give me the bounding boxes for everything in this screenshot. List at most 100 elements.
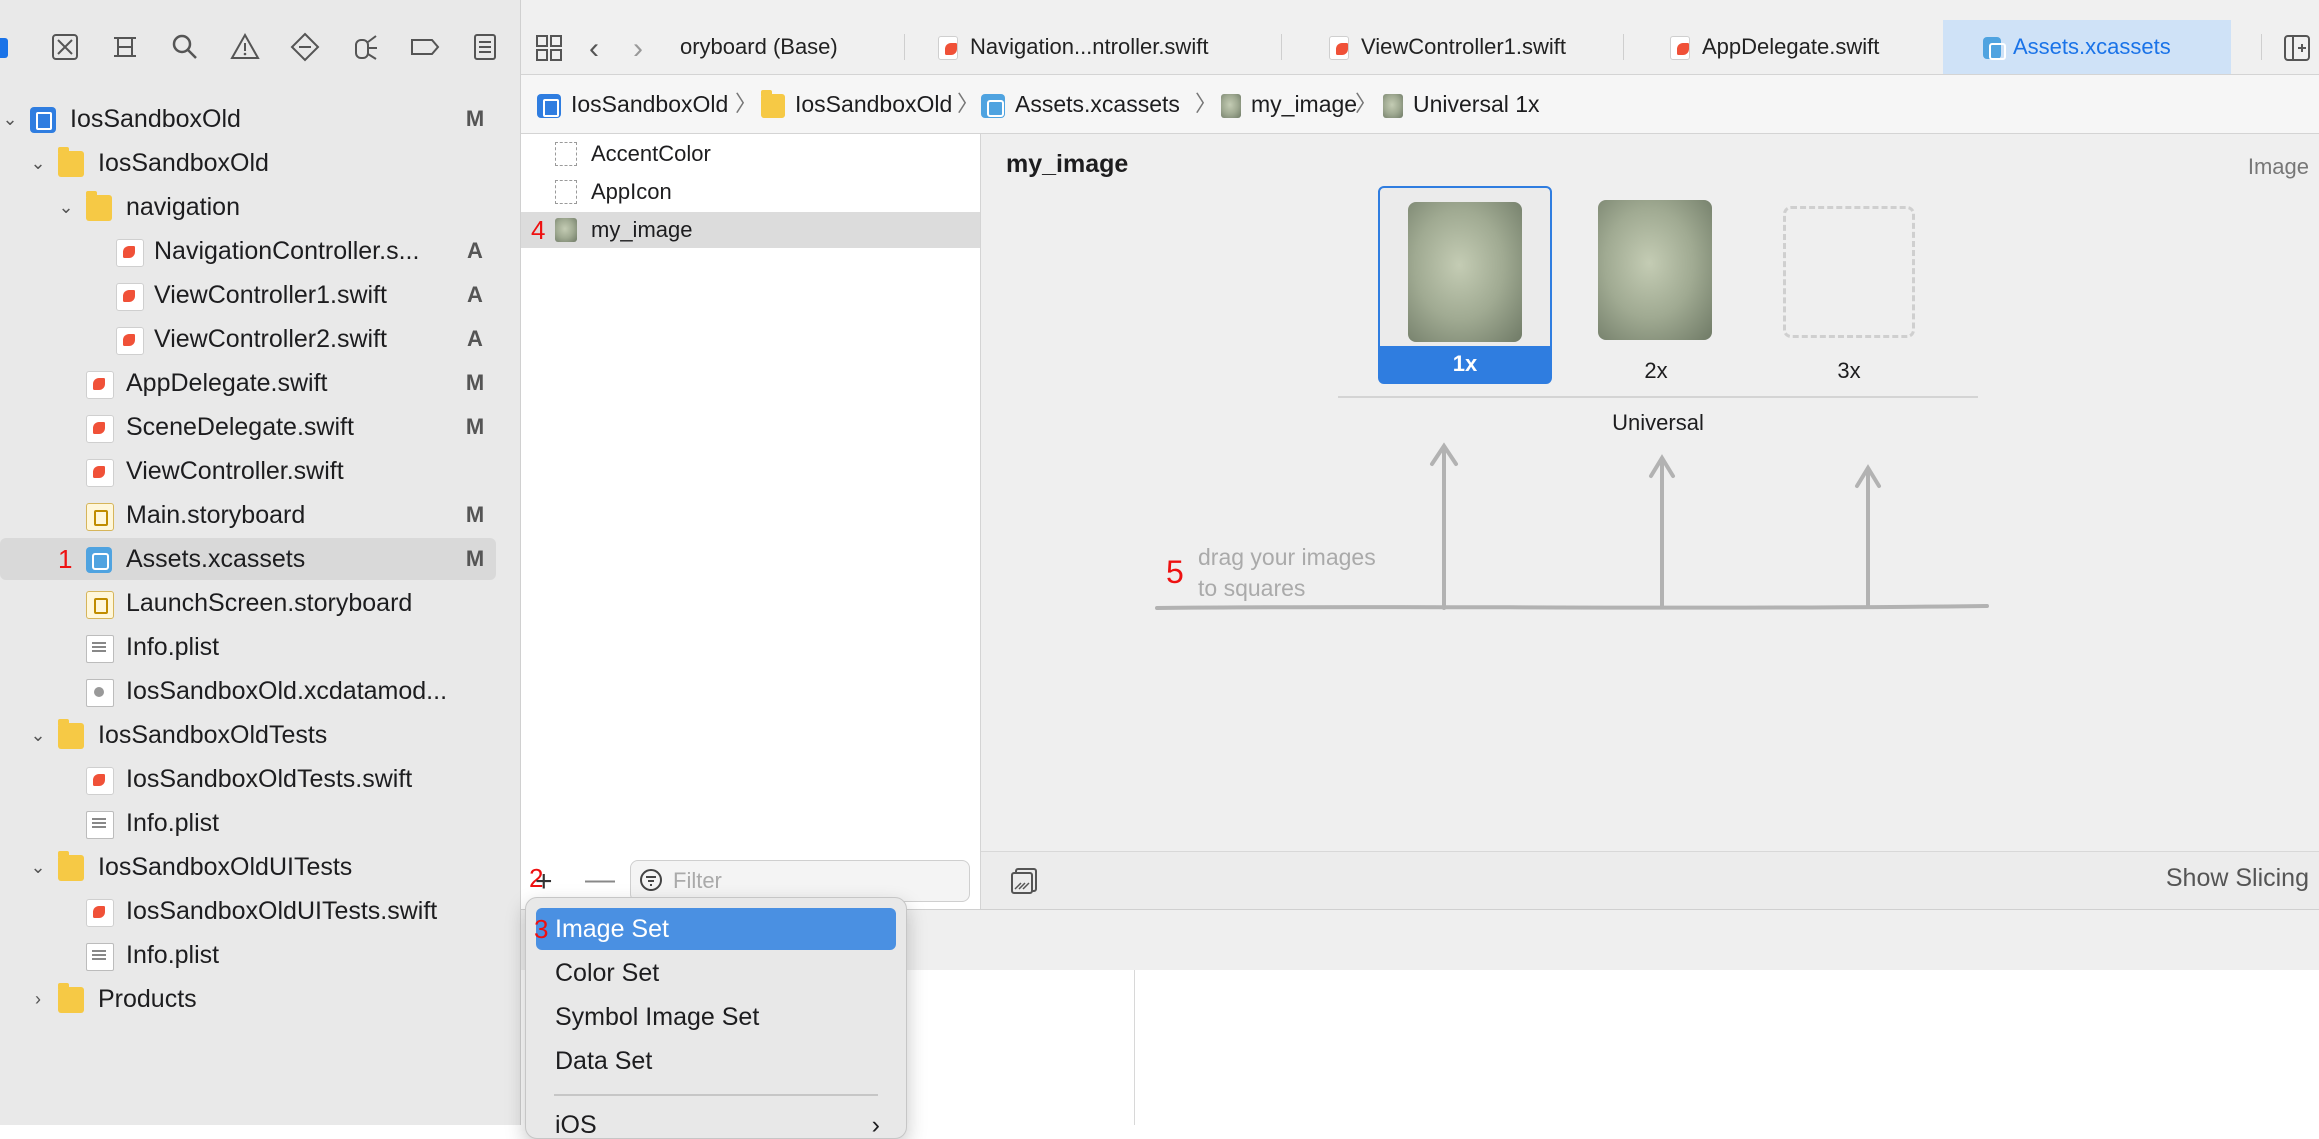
tab-divider — [904, 34, 905, 60]
tab-label: Navigation...ntroller.swift — [970, 34, 1209, 59]
breadcrumb-item-variant[interactable]: Universal 1x — [1383, 75, 1540, 133]
folder-icon — [58, 851, 84, 881]
add-editor-icon[interactable] — [2283, 34, 2311, 62]
tree-row-file[interactable]: LaunchScreen.storyboard — [0, 582, 500, 624]
tree-row-file[interactable]: Main.storyboard M — [0, 494, 500, 536]
back-arrow-icon[interactable]: ‹ — [589, 32, 599, 66]
show-slicing-button[interactable]: Show Slicing — [2166, 864, 2309, 893]
folder-tab-icon[interactable] — [0, 32, 22, 62]
tab-label: oryboard (Base) — [680, 34, 838, 59]
tab-divider — [1281, 34, 1282, 60]
asset-detail-editor: my_image Image 1x 2x 3x Universal 5 drag… — [981, 134, 2319, 851]
breadcrumb-item-image[interactable]: my_image — [1221, 75, 1357, 133]
menu-item-ios-submenu[interactable]: iOS › — [536, 1104, 896, 1138]
tree-row-file[interactable]: IosSandboxOldTests.swift — [0, 758, 500, 800]
tree-row-group[interactable]: ⌄ IosSandboxOld — [0, 142, 500, 184]
breadcrumb-item-assets[interactable]: Assets.xcassets — [981, 75, 1180, 133]
menu-item-color-set[interactable]: Color Set — [536, 952, 896, 994]
test-navigator-icon[interactable] — [290, 32, 320, 62]
tab-storyboard[interactable]: oryboard (Base) — [680, 20, 838, 74]
symbol-navigator-icon[interactable] — [110, 32, 140, 62]
swift-file-icon — [86, 767, 114, 795]
asset-label: AppIcon — [591, 179, 672, 204]
tree-row-label: IosSandboxOld.xcdatamod... — [126, 677, 448, 705]
breadcrumb: IosSandboxOld 〉 IosSandboxOld 〉 Assets.x… — [521, 75, 2319, 134]
breakpoint-navigator-icon[interactable] — [410, 32, 440, 62]
tree-row-file[interactable]: ViewController2.swift A — [0, 318, 500, 360]
chevron-down-icon[interactable]: ⌄ — [56, 186, 76, 228]
tree-row-group[interactable]: › Products — [0, 978, 500, 1020]
debug-navigator-icon[interactable] — [350, 32, 380, 62]
search-icon[interactable] — [170, 32, 200, 62]
tree-row-group[interactable]: ⌄ IosSandboxOldTests — [0, 714, 500, 756]
tree-row-group[interactable]: ⌄ IosSandboxOldUITests — [0, 846, 500, 888]
chevron-right-icon[interactable]: › — [28, 978, 48, 1020]
folder-icon — [58, 719, 84, 749]
image-set-icon — [1221, 93, 1241, 118]
breadcrumb-label: my_image — [1251, 91, 1358, 117]
menu-item-symbol-image-set[interactable]: Symbol Image Set — [536, 996, 896, 1038]
tree-row-file[interactable]: ViewController.swift — [0, 450, 500, 492]
tree-row-project[interactable]: ⌄ IosSandboxOld M — [0, 98, 500, 140]
source-control-icon[interactable] — [50, 32, 80, 62]
grid-icon[interactable] — [535, 34, 563, 62]
annotation-arrows — [1155, 442, 1989, 610]
remove-button[interactable]: — — [585, 863, 615, 897]
tree-row-label: Main.storyboard — [126, 501, 306, 529]
breadcrumb-item-group[interactable]: IosSandboxOld — [761, 75, 952, 133]
tab-navigation-controller[interactable]: Navigation...ntroller.swift — [938, 20, 1208, 74]
forward-arrow-icon[interactable]: › — [633, 32, 643, 66]
tab-view-controller-1[interactable]: ViewController1.swift — [1329, 20, 1566, 74]
add-button[interactable]: + — [535, 865, 553, 899]
chevron-down-icon[interactable]: ⌄ — [0, 98, 20, 140]
chevron-down-icon[interactable]: ⌄ — [28, 714, 48, 756]
warning-icon[interactable] — [230, 32, 260, 62]
tree-row-file[interactable]: Info.plist — [0, 934, 500, 976]
drag-hint: to squares — [1198, 575, 1306, 601]
filter-input[interactable]: Filter — [630, 860, 970, 902]
tree-row-file-selected[interactable]: 1 Assets.xcassets M — [0, 538, 500, 580]
asset-row-app-icon[interactable]: AppIcon — [521, 174, 980, 210]
asset-catalog-icon — [86, 547, 112, 573]
folder-icon — [58, 147, 84, 177]
chevron-down-icon[interactable]: ⌄ — [28, 142, 48, 184]
breadcrumb-label: Universal 1x — [1413, 91, 1540, 117]
asset-row-my-image[interactable]: 4 my_image — [521, 212, 980, 248]
menu-item-image-set[interactable]: Image Set — [536, 908, 896, 950]
folder-icon — [761, 89, 785, 118]
breadcrumb-item-project[interactable]: IosSandboxOld — [537, 75, 728, 133]
tree-row-file[interactable]: IosSandboxOld.xcdatamod... — [0, 670, 500, 712]
plist-icon — [86, 811, 114, 839]
menu-item-data-set[interactable]: Data Set — [536, 1040, 896, 1082]
tree-row-file[interactable]: Info.plist — [0, 626, 500, 668]
annotation-number: 3 — [534, 914, 549, 944]
tree-row-file[interactable]: SceneDelegate.swift M — [0, 406, 500, 448]
tree-row-file[interactable]: AppDelegate.swift M — [0, 362, 500, 404]
chevron-right-icon: › — [871, 1111, 880, 1138]
slicing-icon[interactable] — [1009, 865, 1039, 895]
tab-app-delegate[interactable]: AppDelegate.swift — [1670, 20, 1879, 74]
tree-row-group[interactable]: ⌄ navigation — [0, 186, 500, 228]
swift-file-icon — [116, 239, 144, 267]
tree-row-label: IosSandboxOldTests — [98, 721, 328, 749]
tree-row-label: ViewController2.swift — [154, 325, 387, 353]
swift-file-icon — [1670, 36, 1690, 61]
navigator-toolbar — [0, 0, 520, 96]
chevron-down-icon[interactable]: ⌄ — [28, 846, 48, 888]
tree-row-label: Info.plist — [126, 941, 220, 969]
folder-icon — [86, 191, 112, 221]
asset-row-accent-color[interactable]: AccentColor — [521, 136, 980, 172]
tab-divider — [2261, 34, 2262, 60]
color-set-icon — [555, 142, 577, 166]
tab-assets-active[interactable]: Assets.xcassets — [1943, 20, 2231, 74]
tree-row-file[interactable]: ViewController1.swift A — [0, 274, 500, 316]
tree-row-file[interactable]: Info.plist — [0, 802, 500, 844]
swift-file-icon — [938, 36, 958, 61]
tree-row-file[interactable]: NavigationController.s... A — [0, 230, 500, 272]
breadcrumb-label: Assets.xcassets — [1015, 91, 1180, 117]
report-navigator-icon[interactable] — [470, 32, 500, 62]
tree-row-file[interactable]: IosSandboxOldUITests.swift — [0, 890, 500, 932]
menu-item-label: Symbol Image Set — [555, 1003, 760, 1031]
detail-footer: Show Slicing — [981, 851, 2319, 910]
status-badge: A — [467, 238, 483, 263]
